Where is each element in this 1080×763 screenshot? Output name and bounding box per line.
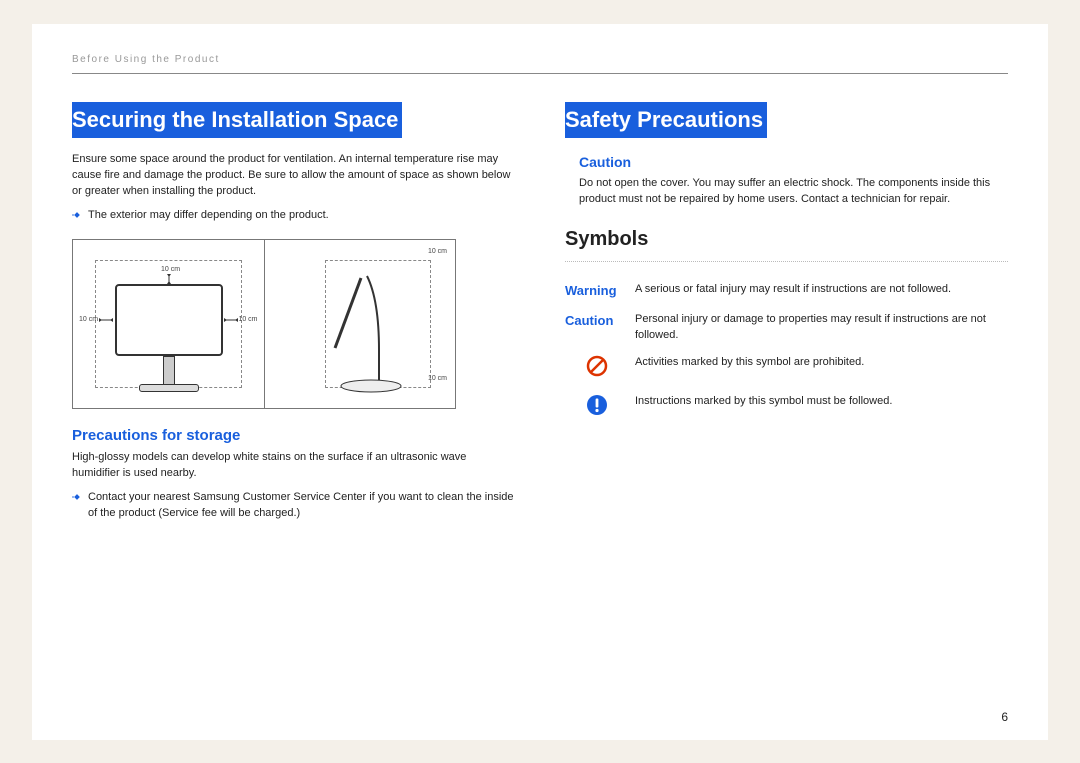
note-exterior-differ: The exterior may differ depending on the… (72, 208, 515, 225)
heading-safety-precautions: Safety Precautions (565, 102, 767, 138)
dim-right: 10 cm (238, 316, 257, 323)
monitor-side-icon (305, 270, 425, 400)
warning-desc: A serious or fatal injury may result if … (635, 276, 1008, 306)
storage-paragraph: High-glossy models can develop white sta… (72, 450, 515, 482)
diagram-side-view: 10 cm 10 cm (264, 240, 456, 408)
page: Before Using the Product Securing the In… (32, 24, 1048, 740)
heading-securing-installation: Securing the Installation Space (72, 102, 402, 138)
heading-precautions-storage: Precautions for storage (72, 427, 515, 444)
install-space-paragraph: Ensure some space around the product for… (72, 152, 515, 200)
diagram-front-view: 10 cm 10 cm 10 cm (73, 240, 264, 408)
heading-symbols: Symbols (565, 228, 1008, 251)
right-column: Safety Precautions Caution Do not open t… (565, 102, 1008, 521)
clearance-diagrams: 10 cm 10 cm 10 cm 10 cm 10 cm (72, 239, 456, 409)
mandatory-icon (586, 407, 608, 419)
note-text: The exterior may differ depending on the… (88, 208, 329, 223)
mandatory-desc: Instructions marked by this symbol must … (635, 388, 1008, 427)
section-header: Before Using the Product (72, 54, 1008, 74)
prohibit-icon (586, 368, 608, 380)
dim-left: 10 cm (79, 316, 98, 323)
prohibit-desc: Activities marked by this symbol are pro… (635, 349, 1008, 388)
bullet-icon (72, 210, 82, 225)
row-mandatory: Instructions marked by this symbol must … (565, 388, 1008, 427)
row-caution: Caution Personal injury or damage to pro… (565, 306, 1008, 349)
caution-row-desc: Personal injury or damage to properties … (635, 306, 1008, 349)
note-text: Contact your nearest Samsung Customer Se… (88, 490, 515, 521)
page-number: 6 (1001, 710, 1008, 724)
caution-label: Caution (579, 154, 1008, 170)
divider (565, 261, 1008, 262)
caution-text: Do not open the cover. You may suffer an… (579, 176, 1008, 208)
bullet-icon (72, 492, 82, 507)
row-warning: Warning A serious or fatal injury may re… (565, 276, 1008, 306)
note-contact-service: Contact your nearest Samsung Customer Se… (72, 490, 515, 521)
dim-side-top: 10 cm (428, 248, 447, 255)
dim-side-bottom: 10 cm (428, 375, 447, 382)
two-column-layout: Securing the Installation Space Ensure s… (72, 102, 1008, 521)
warning-label: Warning (565, 276, 635, 306)
left-column: Securing the Installation Space Ensure s… (72, 102, 515, 521)
dim-top: 10 cm (161, 266, 180, 273)
symbols-table: Warning A serious or fatal injury may re… (565, 276, 1008, 428)
row-prohibit: Activities marked by this symbol are pro… (565, 349, 1008, 388)
caution-row-label: Caution (565, 306, 635, 349)
